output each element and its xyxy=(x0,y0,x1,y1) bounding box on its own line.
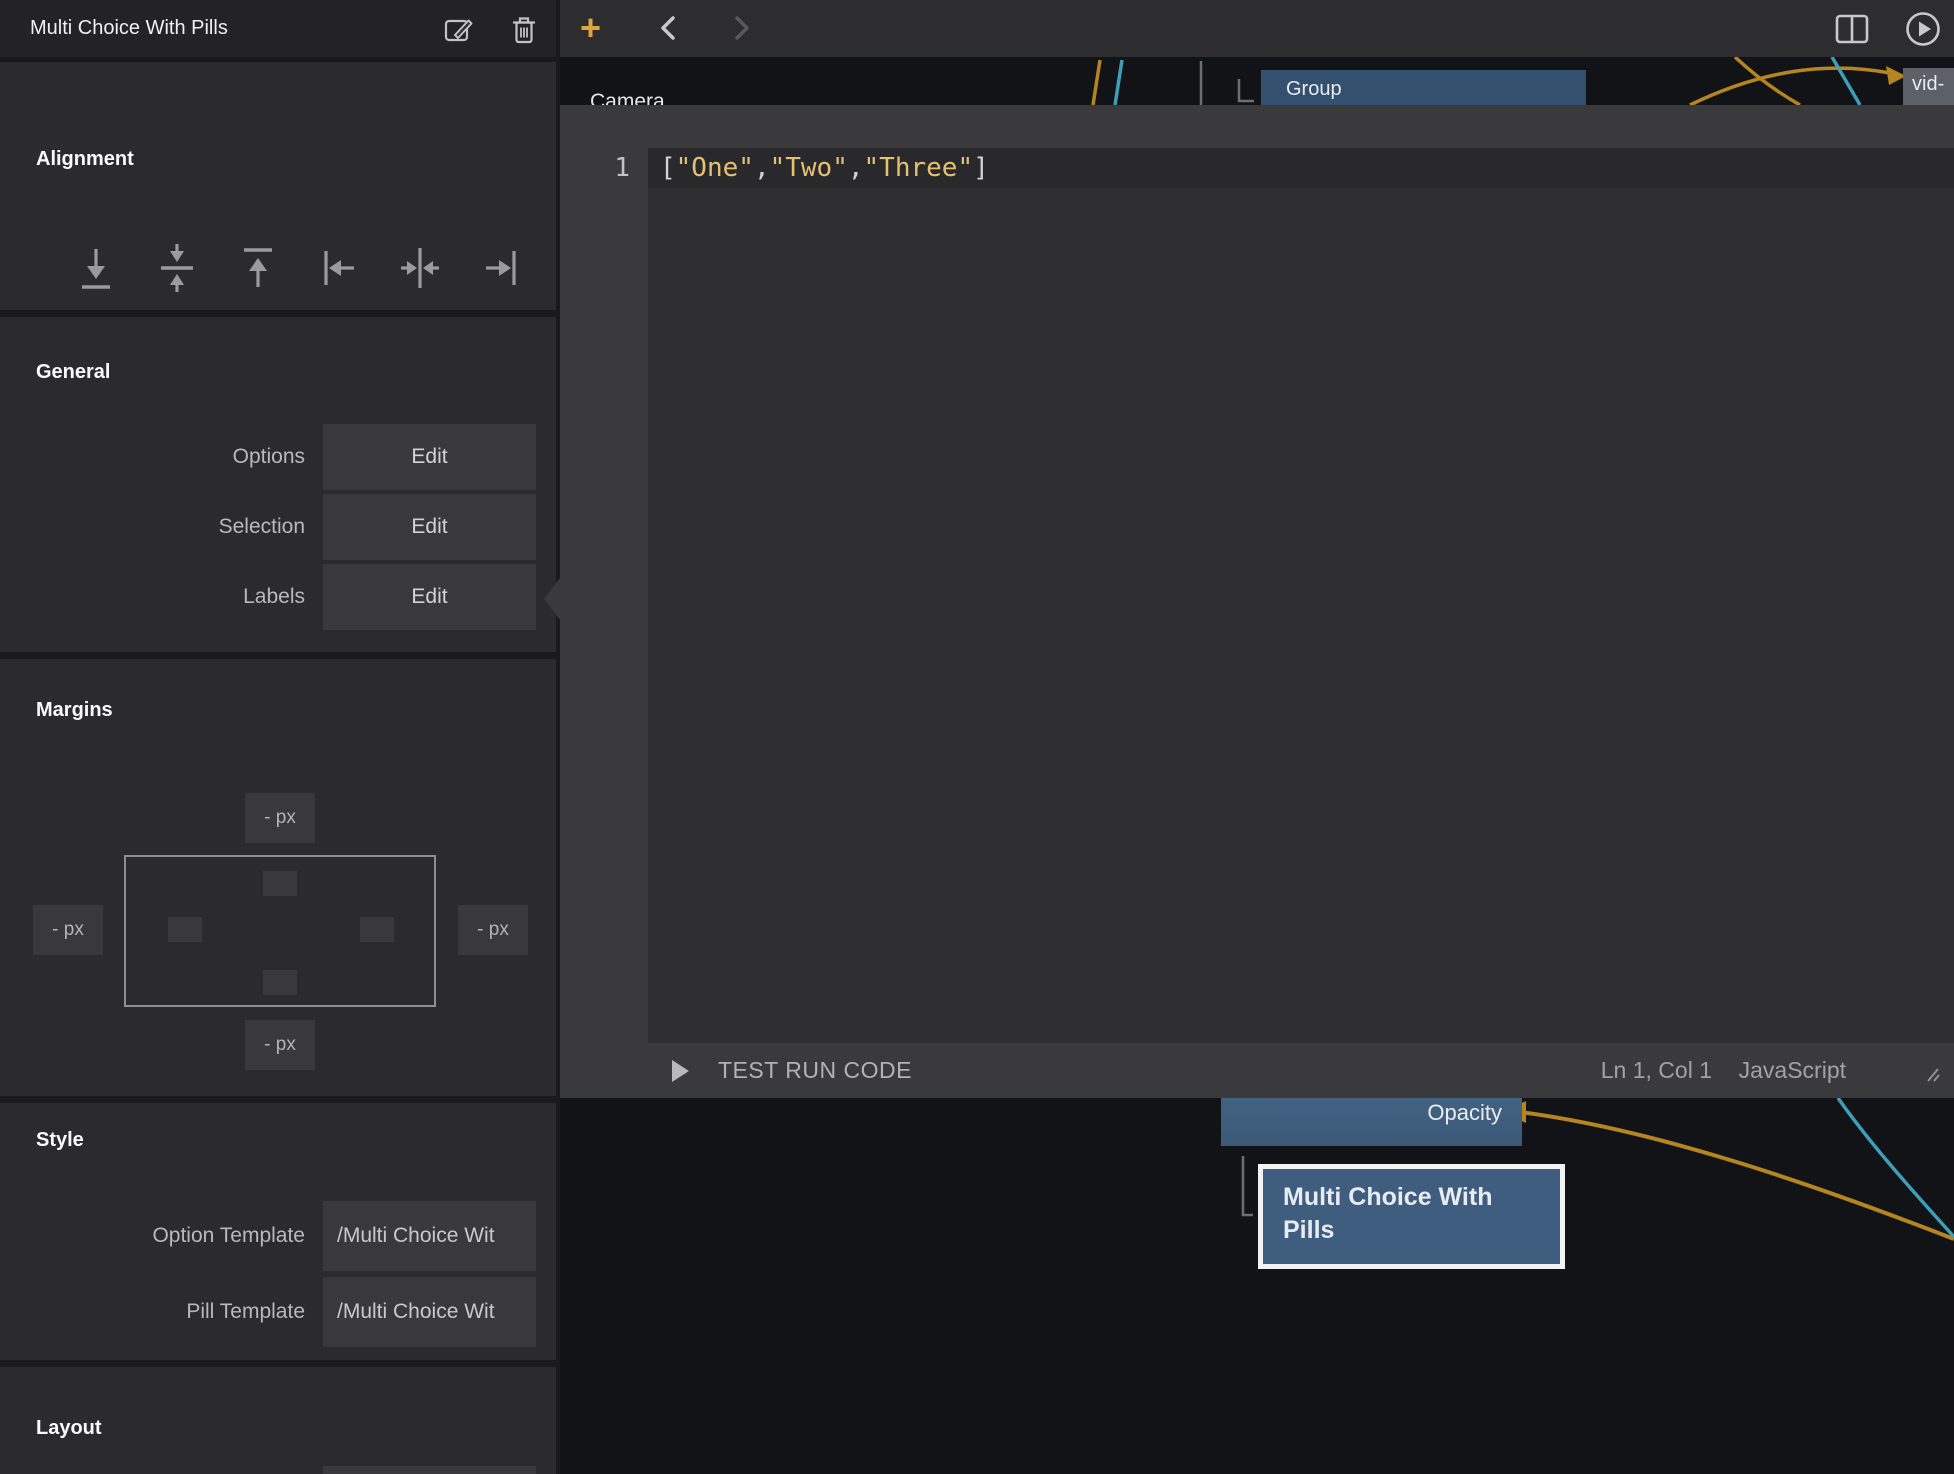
padding-bottom-handle[interactable] xyxy=(263,970,297,995)
resize-grip-icon[interactable] xyxy=(1914,1059,1940,1083)
code-line-1: ["One","Two","Three"] xyxy=(660,148,989,188)
alignment-section-title: Alignment xyxy=(36,148,134,171)
selection-edit-button[interactable]: Edit xyxy=(323,494,536,560)
edit-icon[interactable] xyxy=(444,15,476,43)
pill-template-value[interactable]: /Multi Choice Wit xyxy=(323,1277,536,1347)
labels-edit-button[interactable]: Edit xyxy=(323,564,536,630)
code-token: , xyxy=(848,153,864,183)
code-token: , xyxy=(754,153,770,183)
code-input-area[interactable]: ["One","Two","Three"] xyxy=(648,148,1954,1043)
general-section-title: General xyxy=(36,361,110,384)
section-general: General Options Edit Selection Edit Labe… xyxy=(0,317,556,652)
section-margins: Margins - px - px - px - px xyxy=(0,659,556,1096)
align-bottom-icon[interactable] xyxy=(76,243,116,293)
padding-top-handle[interactable] xyxy=(263,871,297,896)
code-token: "One" xyxy=(676,153,754,183)
graph-toolbar: + xyxy=(560,0,1954,57)
language-label: JavaScript xyxy=(1739,1043,1846,1098)
layout-section-title: Layout xyxy=(36,1417,102,1440)
forward-icon[interactable] xyxy=(726,14,754,42)
code-editor-popover: 1 ["One","Two","Three"] TEST RUN CODE Ln… xyxy=(560,105,1954,1098)
margin-left-field[interactable]: - px xyxy=(33,905,103,955)
margins-section-title: Margins xyxy=(36,699,113,722)
options-label: Options xyxy=(0,424,305,490)
selection-label: Selection xyxy=(0,494,305,560)
add-patch-button[interactable]: + xyxy=(580,0,601,57)
code-token: "Three" xyxy=(864,153,974,183)
section-style: Style Option Template /Multi Choice Wit … xyxy=(0,1103,556,1360)
option-template-value[interactable]: /Multi Choice Wit xyxy=(323,1201,536,1271)
editor-status-bar: TEST RUN CODE Ln 1, Col 1 JavaScript xyxy=(560,1043,1954,1098)
cursor-position-label: Ln 1, Col 1 xyxy=(1601,1043,1712,1098)
opacity-node-label: Opacity xyxy=(1427,1100,1502,1126)
section-alignment: Alignment xyxy=(0,62,556,310)
pill-template-label: Pill Template xyxy=(0,1277,305,1347)
code-token: [ xyxy=(660,153,676,183)
align-vertical-center-icon[interactable] xyxy=(157,243,197,293)
line-number: 1 xyxy=(560,148,630,188)
margin-bottom-field[interactable]: - px xyxy=(245,1020,315,1070)
margin-right-field[interactable]: - px xyxy=(458,905,528,955)
margin-top-field[interactable]: - px xyxy=(245,793,315,843)
back-icon[interactable] xyxy=(656,14,684,42)
run-play-icon[interactable] xyxy=(672,1060,689,1082)
code-token: ] xyxy=(973,153,989,183)
align-right-icon[interactable] xyxy=(481,243,521,293)
section-layout: Layout xyxy=(0,1367,556,1474)
test-run-code-button[interactable]: TEST RUN CODE xyxy=(718,1043,912,1098)
trash-icon[interactable] xyxy=(510,15,538,45)
layout-partial-field[interactable] xyxy=(323,1466,536,1474)
option-template-label: Option Template xyxy=(0,1201,305,1271)
padding-left-handle[interactable] xyxy=(168,917,202,942)
patch-editor-app: Multi Choice With Pills Alignment xyxy=(0,0,1954,1474)
inspector-header: Multi Choice With Pills xyxy=(0,0,556,57)
node-multi-choice-with-pills[interactable]: Multi Choice With Pills xyxy=(1258,1164,1565,1269)
inspector-title: Multi Choice With Pills xyxy=(30,0,228,57)
align-horizontal-center-icon[interactable] xyxy=(400,243,440,293)
play-icon[interactable] xyxy=(1905,11,1941,47)
node-group[interactable]: Group xyxy=(1261,70,1586,110)
code-token: "Two" xyxy=(770,153,848,183)
popover-callout-arrow xyxy=(544,578,560,620)
options-edit-button[interactable]: Edit xyxy=(323,424,536,490)
split-view-icon[interactable] xyxy=(1835,14,1869,44)
style-section-title: Style xyxy=(36,1129,84,1152)
padding-right-handle[interactable] xyxy=(360,917,394,942)
labels-label: Labels xyxy=(0,564,305,630)
align-left-icon[interactable] xyxy=(319,243,359,293)
align-top-icon[interactable] xyxy=(238,243,278,293)
